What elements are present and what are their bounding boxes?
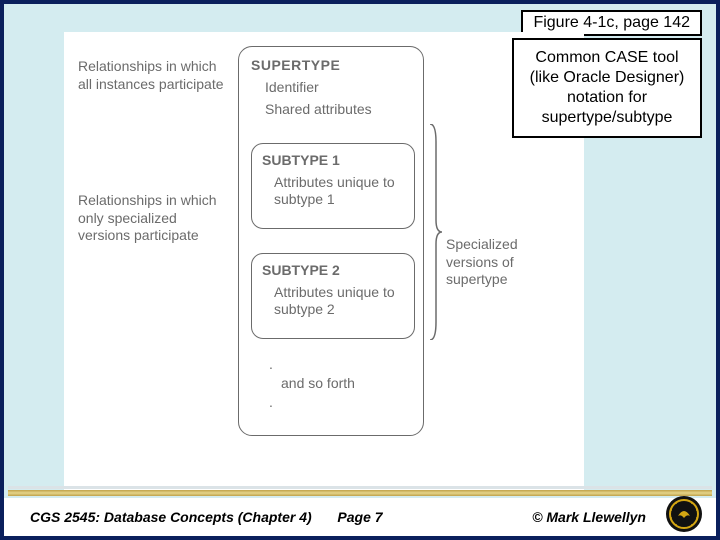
supertype-box: SUPERTYPE Identifier Shared attributes S… — [238, 46, 424, 436]
supertype-title: SUPERTYPE — [251, 57, 411, 73]
footer-right: © Mark Llewellyn — [532, 509, 646, 525]
subtype-title: SUBTYPE 2 — [262, 262, 404, 278]
label-specialized-versions: Specialized versions of supertype — [446, 236, 556, 289]
and-so-forth: . and so forth . — [263, 355, 355, 412]
subtype-box: SUBTYPE 1 Attributes unique to subtype 1 — [251, 143, 415, 229]
subtype-box: SUBTYPE 2 Attributes unique to subtype 2 — [251, 253, 415, 339]
subtype-attrs: Attributes unique to subtype 2 — [274, 284, 404, 318]
ucf-logo-icon — [664, 494, 704, 534]
slide: Figure 4-1c, page 142 Relationships in w… — [0, 0, 720, 540]
supertype-row: Shared attributes — [265, 101, 411, 117]
slide-caption: Common CASE tool (like Oracle Designer) … — [512, 38, 702, 138]
subtype-title: SUBTYPE 1 — [262, 152, 404, 168]
footer: CGS 2545: Database Concepts (Chapter 4) … — [4, 498, 716, 536]
right-brace-icon — [428, 124, 442, 340]
label-all-participate: Relationships in which all instances par… — [78, 58, 228, 93]
label-specialized-participate: Relationships in which only specialized … — [78, 192, 218, 245]
footer-separator — [8, 486, 712, 496]
supertype-row: Identifier — [265, 79, 411, 95]
subtype-attrs: Attributes unique to subtype 1 — [274, 174, 404, 208]
